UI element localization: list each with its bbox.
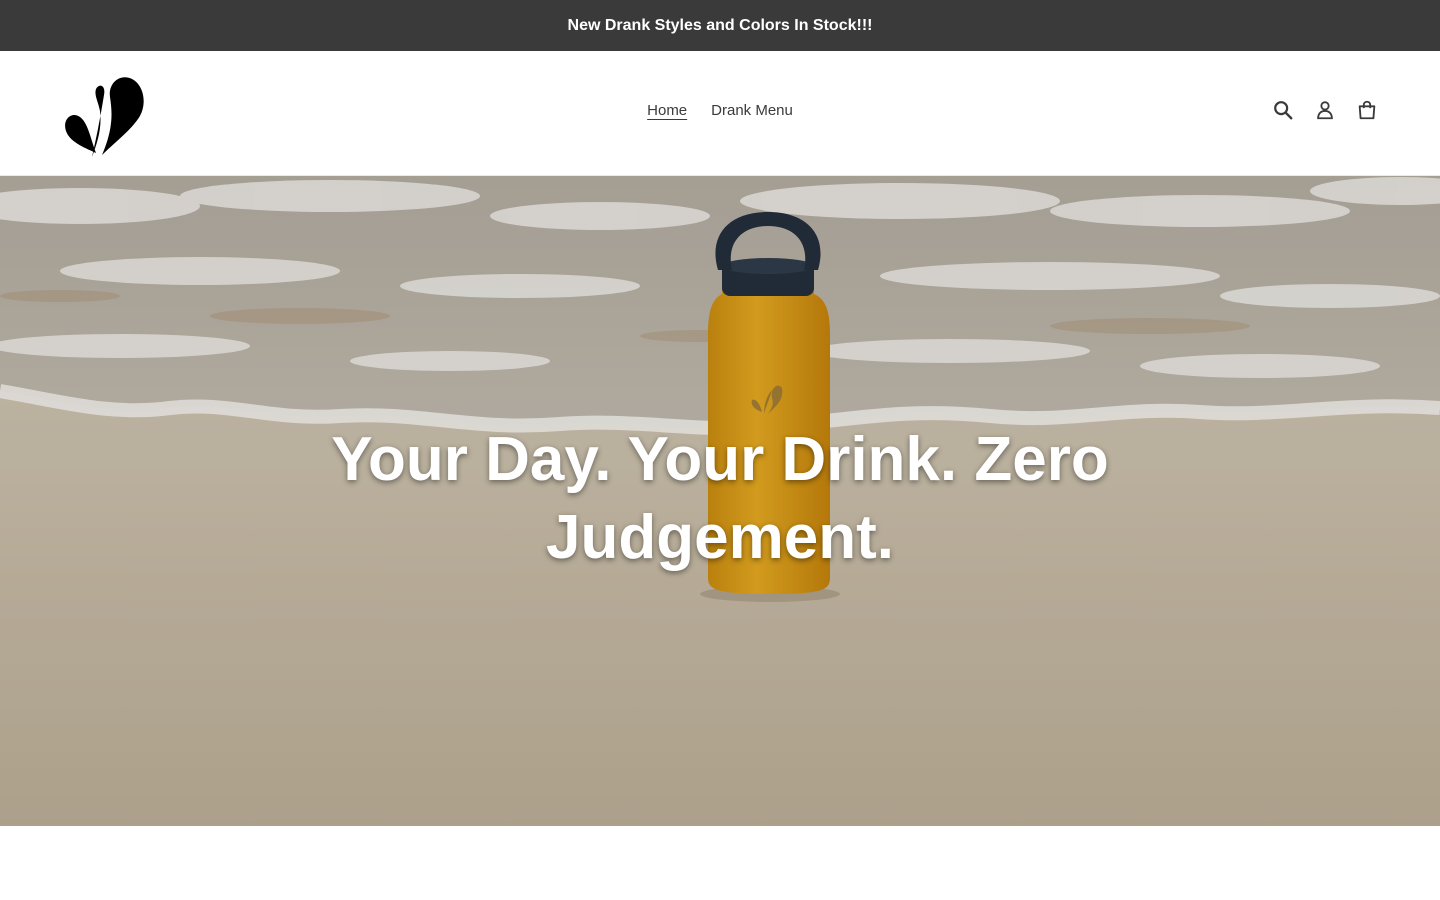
account-icon[interactable] [1314,99,1336,121]
cart-icon[interactable] [1356,99,1378,121]
hero-title: Your Day. Your Drink. Zero Judgement. [331,425,1109,572]
hero-banner: Your Day. Your Drink. Zero Judgement. [0,176,1440,826]
main-nav: Home Drank Menu [0,102,1440,119]
announcement-bar: New Drank Styles and Colors In Stock!!! [0,0,1440,51]
nav-drank-menu-link[interactable]: Drank Menu [711,102,793,119]
search-icon[interactable] [1272,99,1294,121]
site-header: Home Drank Menu [0,51,1440,176]
announcement-text: New Drank Styles and Colors In Stock!!! [567,16,873,34]
nav-home-link[interactable]: Home [647,102,687,119]
header-icons [1272,99,1378,121]
